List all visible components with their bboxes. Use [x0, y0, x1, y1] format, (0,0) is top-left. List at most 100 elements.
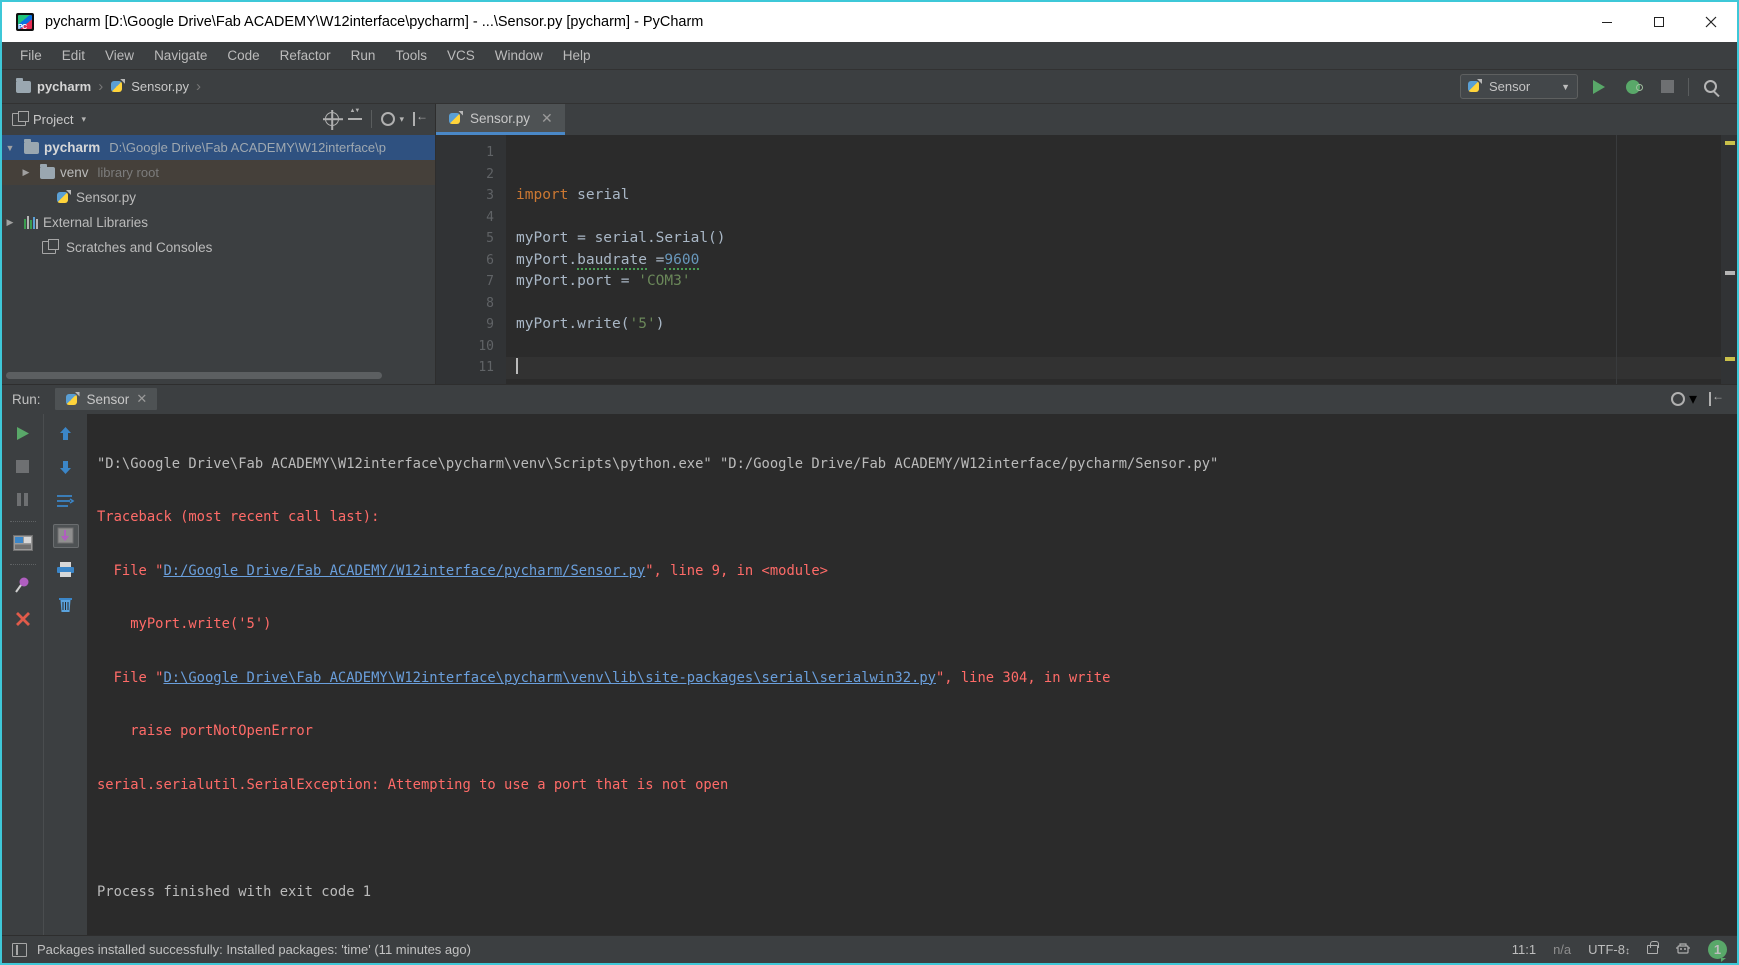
editor-tab-label: Sensor.py	[470, 110, 531, 126]
console-file-link[interactable]: D:/Google Drive/Fab ACADEMY/W12interface…	[163, 563, 645, 579]
hide-panel-icon[interactable]	[413, 109, 428, 126]
close-button[interactable]	[1685, 2, 1737, 42]
close-icon[interactable]: ✕	[541, 110, 553, 127]
marker-warning[interactable]	[1725, 357, 1735, 361]
chevron-down-icon: ▼	[1561, 81, 1570, 92]
maximize-button[interactable]	[1633, 2, 1685, 42]
menu-window[interactable]: Window	[485, 45, 553, 66]
stop-icon	[1660, 80, 1674, 93]
tree-node-scratches-and-consoles[interactable]: ▸ Scratches and Consoles	[2, 235, 435, 260]
close-icon[interactable]: ✕	[136, 391, 147, 407]
python-file-icon	[110, 79, 125, 94]
stop-button[interactable]	[10, 455, 36, 479]
project-horizontal-scrollbar[interactable]	[2, 366, 435, 384]
notification-badge[interactable]: 1	[1708, 940, 1727, 962]
line-number: 4	[486, 209, 494, 225]
menu-vcs[interactable]: VCS	[437, 45, 485, 66]
code-content[interactable]: import serial myPort = serial.Serial() m…	[506, 135, 1721, 384]
scroll-to-end-button[interactable]	[52, 523, 79, 548]
tree-node-label: Sensor.py	[76, 190, 137, 205]
line-separator[interactable]: n/a	[1553, 942, 1571, 957]
folder-icon	[16, 77, 31, 93]
chevron-down-icon[interactable]: ▼	[2, 143, 18, 153]
menu-view[interactable]: View	[95, 45, 144, 66]
chevron-right-icon[interactable]: ▶	[2, 217, 18, 228]
tree-node-pycharm[interactable]: ▼ pycharm D:\Google Drive\Fab ACADEMY\W1…	[2, 135, 435, 160]
rerun-button[interactable]	[10, 422, 36, 446]
scrollbar-thumb[interactable]	[6, 371, 382, 379]
chevron-right-icon[interactable]: ▶	[18, 167, 34, 178]
file-encoding[interactable]: UTF-8↕	[1588, 942, 1630, 957]
marker-warning[interactable]	[1725, 141, 1735, 145]
tree-node-venv[interactable]: ▶ venv library root	[2, 160, 435, 185]
run-tab-label: Sensor	[86, 391, 130, 407]
menu-file[interactable]: File	[10, 45, 52, 66]
chevron-down-icon[interactable]: ▾	[81, 114, 86, 125]
print-button[interactable]	[53, 558, 79, 582]
caret-position[interactable]: 11:1	[1512, 942, 1536, 957]
collapse-all-icon[interactable]	[348, 108, 363, 126]
close-run-button[interactable]	[10, 607, 36, 631]
soft-wrap-button[interactable]	[53, 490, 79, 514]
select-opened-file-icon[interactable]	[325, 112, 340, 126]
run-configuration-label: Sensor	[1489, 79, 1531, 94]
breadcrumb-sensor-py[interactable]: Sensor.py	[106, 77, 193, 96]
menu-run[interactable]: Run	[341, 45, 386, 66]
search-everywhere-button[interactable]	[1697, 74, 1723, 100]
pin-tab-button[interactable]	[10, 574, 36, 598]
code-editor[interactable]: 1 2 3 4 5 6 7 8 9 10 11 import serial my…	[436, 135, 1737, 384]
console-line: myPort.write('5')	[97, 616, 272, 632]
scroll-down-button[interactable]	[53, 456, 79, 480]
window-controls	[1581, 2, 1737, 42]
settings-gear-icon[interactable]	[1670, 392, 1685, 406]
scroll-up-button[interactable]	[53, 422, 79, 446]
status-message[interactable]: Packages installed successfully: Install…	[37, 942, 471, 957]
line-number: 2	[486, 166, 494, 182]
menu-help[interactable]: Help	[553, 45, 601, 66]
tree-node-sensor-py[interactable]: ▸ Sensor.py	[2, 185, 435, 210]
navigation-bar: pycharm › Sensor.py › Sensor ▼	[2, 70, 1737, 104]
settings-gear-icon[interactable]	[381, 112, 396, 126]
stop-button[interactable]	[1654, 74, 1680, 100]
menu-bar: File Edit View Navigate Code Refactor Ru…	[2, 42, 1737, 70]
run-button[interactable]	[1586, 74, 1612, 100]
run-configuration-selector[interactable]: Sensor ▼	[1460, 74, 1578, 99]
marker-warning[interactable]	[1725, 271, 1735, 275]
tree-spacer: ▸	[18, 242, 34, 253]
project-tree[interactable]: ▼ pycharm D:\Google Drive\Fab ACADEMY\W1…	[2, 134, 435, 367]
console-file-link[interactable]: D:\Google Drive\Fab ACADEMY\W12interface…	[163, 670, 936, 686]
inspection-profile-icon[interactable]	[1675, 940, 1691, 959]
toggle-tool-windows-icon[interactable]	[12, 942, 27, 957]
console-output[interactable]: "D:\Google Drive\Fab ACADEMY\W12interfac…	[87, 413, 1737, 935]
menu-tools[interactable]: Tools	[385, 45, 437, 66]
project-panel-header: Project ▾ ▾	[2, 104, 435, 134]
editor-tab-sensor-py[interactable]: Sensor.py ✕	[436, 104, 565, 135]
read-only-toggle-icon[interactable]	[1647, 941, 1659, 954]
breadcrumb-separator-icon: ›	[196, 78, 202, 95]
venv-folder-icon	[40, 163, 55, 179]
chevron-down-icon[interactable]: ▾	[1689, 389, 1697, 409]
editor-marker-bar[interactable]	[1721, 135, 1737, 384]
line-number: 7	[486, 274, 494, 289]
clear-all-button[interactable]	[53, 592, 79, 616]
breadcrumb-pycharm[interactable]: pycharm	[12, 77, 95, 96]
tree-node-external-libraries[interactable]: ▶ External Libraries	[2, 210, 435, 235]
pause-button[interactable]	[10, 488, 36, 512]
chevron-down-icon[interactable]: ▾	[399, 114, 404, 125]
debug-button[interactable]	[1620, 74, 1646, 100]
run-tab-sensor[interactable]: Sensor ✕	[54, 388, 158, 410]
menu-navigate[interactable]: Navigate	[144, 45, 217, 66]
code-line-11	[506, 357, 1721, 379]
code-line-6: myPort.baudrate =9600	[516, 251, 700, 270]
hide-panel-icon[interactable]	[1709, 389, 1724, 406]
minimize-button[interactable]	[1581, 2, 1633, 42]
restore-layout-button[interactable]	[10, 531, 36, 555]
menu-refactor[interactable]: Refactor	[270, 45, 341, 66]
menu-edit[interactable]: Edit	[52, 45, 95, 66]
code-line-9: myPort.write('5')	[516, 316, 665, 332]
menu-code[interactable]: Code	[217, 45, 269, 66]
console-line-prefix: File "	[97, 562, 164, 579]
code-line-5: myPort = serial.Serial()	[516, 230, 726, 246]
line-number: 1	[486, 145, 494, 160]
